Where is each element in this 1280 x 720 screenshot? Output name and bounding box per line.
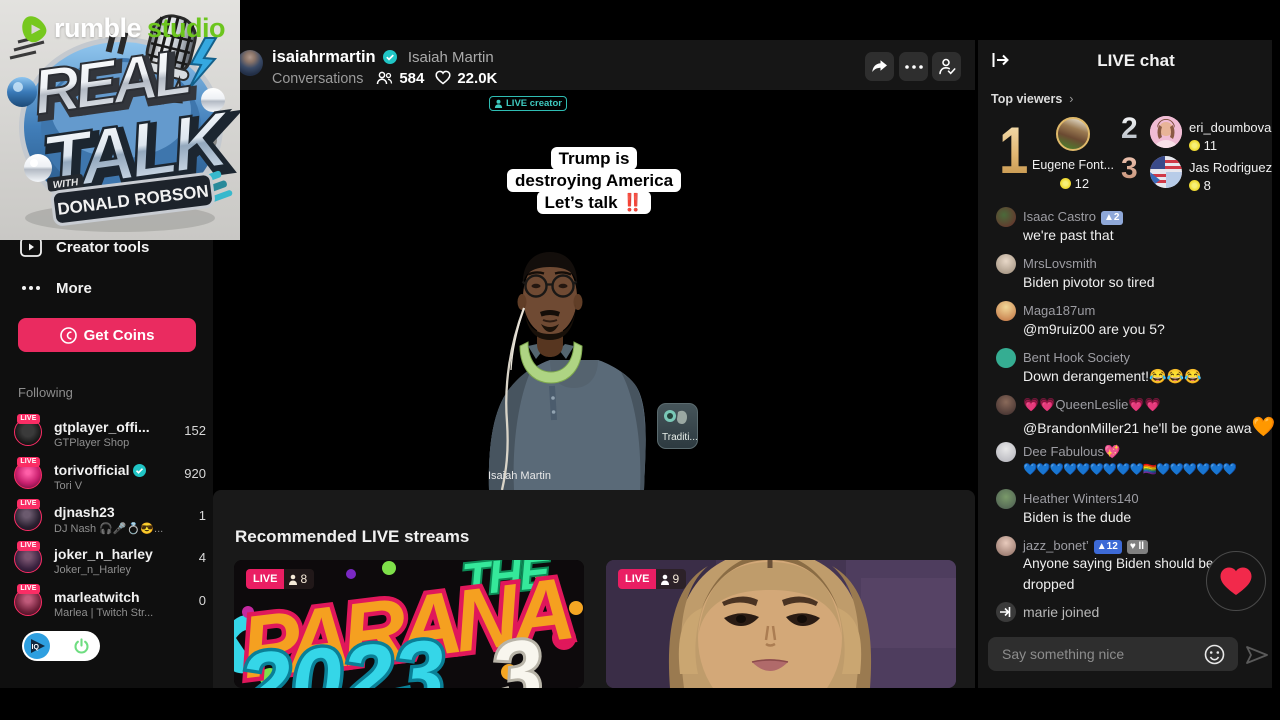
- svg-text:Traditi...: Traditi...: [662, 432, 697, 443]
- svg-text:IQ: IQ: [32, 644, 40, 651]
